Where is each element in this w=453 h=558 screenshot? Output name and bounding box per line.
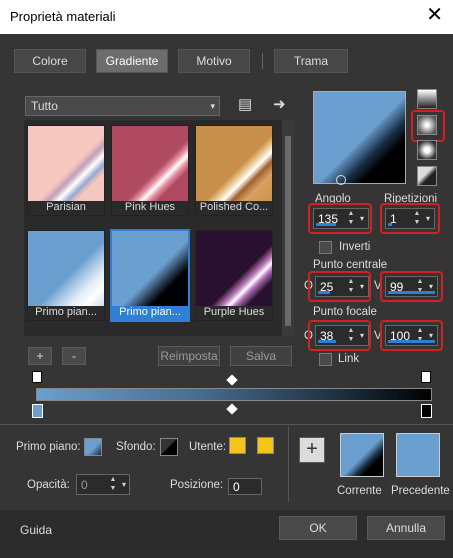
link-checkbox[interactable]: [319, 353, 332, 366]
user-swatch-1[interactable]: [229, 437, 246, 454]
opacity-input[interactable]: 0 ▲ ▼ ▾: [76, 474, 130, 495]
highlight-box: [308, 320, 371, 351]
foreground-label: Primo piano:: [16, 441, 81, 453]
tab-gradiente[interactable]: Gradiente: [96, 49, 168, 73]
gradient-name: Pink Hues: [112, 201, 188, 215]
current-label: Corrente: [337, 485, 382, 497]
center-point-label: Punto centrale: [313, 259, 388, 271]
highlight-box: [380, 320, 443, 351]
highlight-box: [411, 110, 445, 142]
reset-button[interactable]: Reimposta: [158, 346, 220, 366]
gradient-thumb-polished-copper[interactable]: Polished Co...: [195, 125, 273, 216]
library-icon[interactable]: ▤: [238, 95, 252, 113]
highlight-box: [380, 203, 440, 234]
gradient-thumb-pink-hues[interactable]: Pink Hues: [111, 125, 189, 216]
focal-point-label: Punto focale: [313, 306, 377, 318]
gradient-library: Parisian Pink Hues Polished Co... Primo …: [24, 120, 282, 336]
gradient-preview: [28, 126, 104, 204]
library-scrollbar[interactable]: [282, 120, 294, 336]
foreground-swatch[interactable]: [84, 438, 102, 456]
gradient-preview: [112, 126, 188, 204]
window-title: Proprietà materiali: [10, 9, 116, 24]
save-button[interactable]: Salva: [230, 346, 292, 366]
opacity-stop-left-icon[interactable]: [32, 371, 42, 383]
tab-divider: [262, 53, 263, 69]
gradient-preview: [196, 231, 272, 309]
position-input[interactable]: 0: [228, 478, 262, 495]
chevron-down-icon: ▾: [210, 101, 215, 111]
tab-motivo[interactable]: Motivo: [178, 49, 250, 73]
opacity-stop-right-icon[interactable]: [421, 371, 431, 383]
scroll-thumb[interactable]: [285, 136, 291, 326]
category-dropdown[interactable]: Tutto ▾: [25, 96, 220, 116]
gradient-preview: [112, 231, 188, 309]
gradient-editor-bar[interactable]: [36, 388, 432, 401]
gradient-name: Parisian: [28, 201, 104, 215]
invert-checkbox[interactable]: [319, 241, 332, 254]
title-bar: Proprietà materiali ✕: [0, 0, 453, 34]
gradient-preview-large[interactable]: [313, 91, 406, 185]
gradient-preview: [196, 126, 272, 204]
divider: [288, 426, 289, 502]
background-swatch[interactable]: [160, 438, 178, 456]
gradient-preview: [28, 231, 104, 309]
category-value: Tutto: [31, 99, 58, 113]
user-label: Utente:: [189, 441, 227, 453]
invert-label: Inverti: [339, 241, 371, 253]
gradient-thumb-parisian[interactable]: Parisian: [27, 125, 105, 216]
current-preview[interactable]: [340, 433, 384, 477]
previous-label: Precedente: [391, 485, 450, 497]
ok-button[interactable]: OK: [279, 516, 357, 540]
arrow-right-icon[interactable]: ➜: [273, 95, 286, 113]
linear-style-icon[interactable]: [417, 89, 437, 109]
color-stop-right-icon[interactable]: [421, 404, 432, 418]
chevron-down-icon[interactable]: ▾: [119, 475, 129, 494]
add-to-swatches-button[interactable]: +: [299, 437, 325, 463]
gradient-thumb-primo-piano-2[interactable]: Primo pian...: [110, 229, 190, 322]
divider: [0, 424, 453, 425]
add-gradient-button[interactable]: +: [28, 347, 52, 365]
previous-preview[interactable]: [396, 433, 440, 477]
spinner-arrows-icon[interactable]: ▲▼: [108, 475, 118, 494]
help-link[interactable]: Guida: [20, 523, 52, 537]
opacity-label: Opacità:: [27, 479, 70, 491]
remove-gradient-button[interactable]: -: [62, 347, 86, 365]
link-label: Link: [338, 353, 360, 365]
gradient-thumb-purple-hues[interactable]: Purple Hues: [195, 230, 273, 321]
gradient-name: Purple Hues: [196, 306, 272, 320]
close-icon[interactable]: ✕: [426, 5, 443, 25]
color-stop-left-icon[interactable]: [32, 404, 43, 418]
tab-trama[interactable]: Trama: [274, 49, 348, 73]
gradient-name: Polished Co...: [196, 201, 272, 215]
cancel-button[interactable]: Annulla: [367, 516, 445, 540]
position-label: Posizione:: [170, 479, 224, 491]
radial-style-icon[interactable]: [417, 166, 437, 186]
sunburst-style-icon[interactable]: [417, 140, 437, 160]
gradient-name: Primo pian...: [112, 306, 188, 320]
focal-point-handle[interactable]: [336, 175, 346, 185]
position-value: 0: [233, 480, 240, 494]
gradient-thumb-primo-piano-1[interactable]: Primo pian...: [27, 230, 105, 321]
background-label: Sfondo:: [116, 441, 156, 453]
gradient-name: Primo pian...: [28, 306, 104, 320]
opacity-value: 0: [81, 478, 88, 492]
highlight-box: [380, 271, 443, 302]
highlight-box: [308, 203, 372, 234]
highlight-box: [308, 271, 371, 302]
tab-colore[interactable]: Colore: [14, 49, 86, 73]
user-swatch-2[interactable]: [257, 437, 274, 454]
